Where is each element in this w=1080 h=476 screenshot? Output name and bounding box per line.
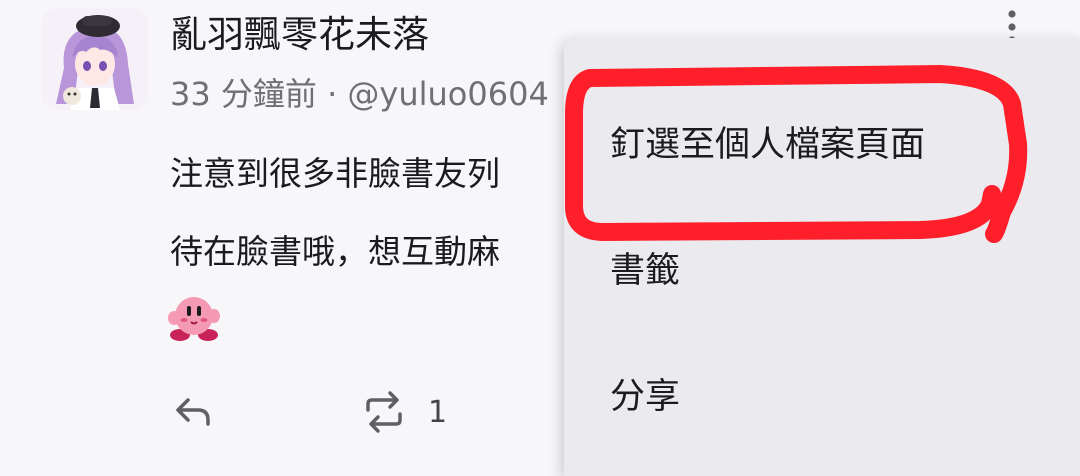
menu-item-label: 分享 bbox=[610, 376, 681, 417]
author-name[interactable]: 亂羽飄零花未落 bbox=[170, 10, 429, 60]
menu-item-bookmark[interactable]: 書籤 bbox=[564, 212, 1080, 322]
repost-button[interactable]: 1 bbox=[362, 386, 462, 438]
kirby-emoji bbox=[168, 292, 220, 342]
repost-icon bbox=[366, 391, 402, 433]
menu-item-label: 書籤 bbox=[610, 250, 681, 291]
reply-button[interactable] bbox=[172, 386, 220, 438]
menu-item-share[interactable]: 分享 bbox=[564, 338, 1080, 448]
avatar-image bbox=[42, 8, 148, 110]
post-body-line: 注意到很多非臉書友列 bbox=[170, 154, 500, 193]
avatar[interactable] bbox=[42, 8, 148, 110]
menu-item-label: 釘選至個人檔案頁面 bbox=[610, 124, 926, 165]
post-body-line: 待在臉書哦，想互動麻 bbox=[170, 232, 500, 271]
overflow-menu: 釘選至個人檔案頁面 書籤 分享 bbox=[564, 38, 1080, 476]
repost-count: 1 bbox=[428, 394, 448, 430]
reply-icon bbox=[176, 398, 210, 426]
post-meta: 33 分鐘前 · @yuluo0604 bbox=[170, 75, 549, 113]
menu-item-pin-to-profile[interactable]: 釘選至個人檔案頁面 bbox=[564, 86, 1080, 196]
